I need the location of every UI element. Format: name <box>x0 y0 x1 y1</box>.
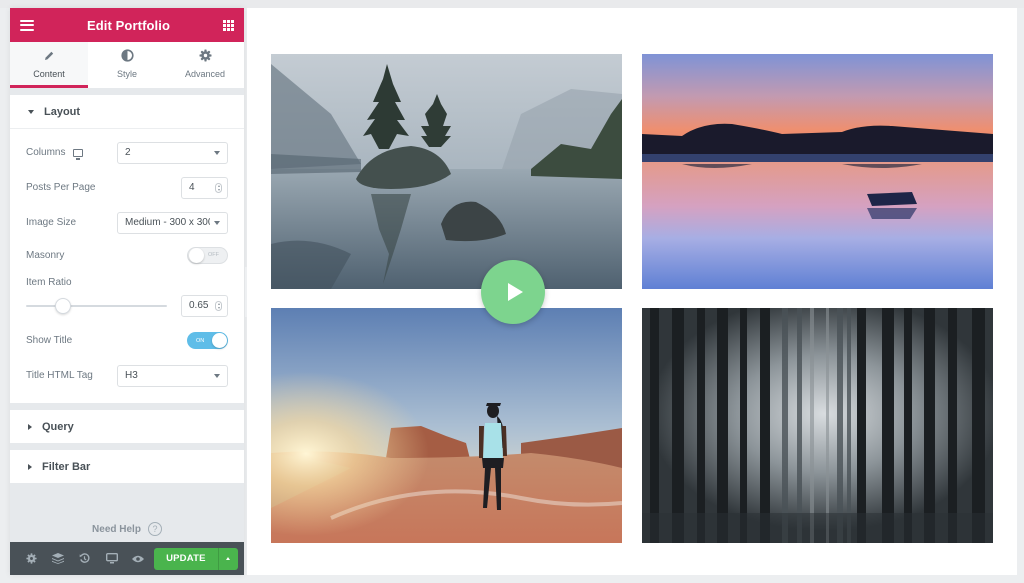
editor-panel: Edit Portfolio Content Style Advanced La… <box>10 8 244 575</box>
portfolio-item-4[interactable] <box>642 308 993 543</box>
chevron-down-icon <box>214 150 220 155</box>
play-icon <box>507 283 523 301</box>
foggy-forest-image <box>642 308 993 543</box>
sunset-lake-image <box>642 54 993 289</box>
caret-down-icon <box>28 109 34 114</box>
posts-per-page-label: Posts Per Page <box>26 182 96 193</box>
filter-bar-section-toggle[interactable]: Filter Bar <box>10 450 244 483</box>
tab-style-label: Style <box>116 68 137 79</box>
layout-section-body: Columns 2 Posts Per Page 4 Image Size Me… <box>10 128 244 403</box>
columns-control: Columns 2 <box>26 135 228 170</box>
filter-bar-section-title: Filter Bar <box>42 460 91 473</box>
number-spinner-icon[interactable] <box>215 300 222 311</box>
caret-right-icon <box>28 423 32 430</box>
layers-icon <box>52 553 65 564</box>
layout-section-toggle[interactable]: Layout <box>10 95 244 128</box>
half-circle-icon <box>120 49 134 63</box>
chevron-down-icon <box>214 220 220 225</box>
need-help-label: Need Help <box>92 523 141 535</box>
gear-icon <box>199 49 212 63</box>
desktop-icon <box>105 553 118 564</box>
chevron-down-icon <box>214 373 220 378</box>
preview-canvas <box>247 8 1017 575</box>
tab-style[interactable]: Style <box>88 42 166 88</box>
show-title-label: Show Title <box>26 335 73 346</box>
image-size-value: Medium - 300 x 300 <box>125 217 210 228</box>
panel-title: Edit Portfolio <box>87 17 170 33</box>
image-size-control: Image Size Medium - 300 x 300 <box>26 205 228 240</box>
masonry-toggle[interactable]: OFF <box>187 246 228 264</box>
slider-track <box>26 304 167 307</box>
columns-value: 2 <box>125 147 131 158</box>
title-html-tag-select[interactable]: H3 <box>117 364 228 387</box>
toggle-knob <box>189 247 204 263</box>
tab-content[interactable]: Content <box>10 42 88 88</box>
play-video-button[interactable] <box>481 260 545 324</box>
show-title-toggle[interactable]: ON <box>187 332 228 349</box>
toggle-knob <box>212 333 227 348</box>
columns-label: Columns <box>26 147 66 158</box>
posts-per-page-input[interactable]: 4 <box>181 176 228 199</box>
title-html-tag-value: H3 <box>125 370 138 381</box>
panel-footer: UPDATE <box>10 542 244 575</box>
show-title-control: Show Title ON <box>26 323 228 358</box>
item-ratio-label: Item Ratio <box>26 277 72 288</box>
portfolio-item-3[interactable] <box>271 308 622 543</box>
tab-content-label: Content <box>33 68 65 79</box>
panel-spacer <box>10 483 244 516</box>
eye-icon <box>132 555 145 562</box>
masonry-label: Masonry <box>26 249 65 261</box>
layout-section: Layout Columns 2 Posts Per Page 4 Image … <box>10 95 244 403</box>
title-html-tag-control: Title HTML Tag H3 <box>26 358 228 393</box>
caret-up-icon <box>226 557 231 560</box>
pencil-icon <box>43 49 55 63</box>
image-size-select[interactable]: Medium - 300 x 300 <box>117 211 228 234</box>
item-ratio-value: 0.65 <box>189 300 209 311</box>
history-icon <box>80 553 90 563</box>
caret-right-icon <box>28 463 32 470</box>
misty-lake-image <box>271 54 622 289</box>
update-options-button[interactable] <box>217 547 238 570</box>
filter-bar-section: Filter Bar <box>10 450 244 483</box>
need-help-link[interactable]: Need Help ? <box>10 516 244 542</box>
columns-select[interactable]: 2 <box>117 141 228 164</box>
portfolio-item-1[interactable] <box>271 54 622 289</box>
query-section-toggle[interactable]: Query <box>10 410 244 443</box>
responsive-mode-button[interactable] <box>98 542 125 575</box>
item-ratio-control: 0.65 <box>26 288 228 323</box>
masonry-control: Masonry OFF <box>26 240 228 270</box>
history-button[interactable] <box>72 542 99 575</box>
desert-hiker-image <box>271 308 622 543</box>
number-spinner-icon[interactable] <box>215 182 222 193</box>
item-ratio-slider[interactable] <box>26 297 167 314</box>
show-title-toggle-state: ON <box>196 337 205 344</box>
help-icon: ? <box>147 522 162 536</box>
posts-per-page-control: Posts Per Page 4 <box>26 170 228 205</box>
settings-button[interactable] <box>18 542 45 575</box>
tab-advanced-label: Advanced <box>184 68 226 79</box>
image-size-label: Image Size <box>26 217 77 228</box>
layout-section-title: Layout <box>44 105 81 118</box>
update-button[interactable]: UPDATE <box>153 547 218 570</box>
slider-thumb[interactable] <box>54 297 71 314</box>
query-section: Query <box>10 410 244 443</box>
page-background <box>0 0 1024 8</box>
preview-button[interactable] <box>125 542 152 575</box>
portfolio-item-2[interactable] <box>642 54 993 289</box>
navigator-button[interactable] <box>45 542 72 575</box>
panel-header: Edit Portfolio <box>10 8 244 42</box>
query-section-title: Query <box>42 420 74 433</box>
gear-icon <box>26 553 37 564</box>
desktop-icon[interactable] <box>73 148 84 160</box>
posts-per-page-value: 4 <box>189 182 195 193</box>
masonry-toggle-state: OFF <box>208 252 219 258</box>
panel-tabs: Content Style Advanced <box>10 42 244 88</box>
apps-grid-icon[interactable] <box>223 19 234 31</box>
item-ratio-input[interactable]: 0.65 <box>181 294 228 317</box>
title-html-tag-label: Title HTML Tag <box>26 370 93 381</box>
hamburger-icon[interactable] <box>20 19 34 31</box>
tab-advanced[interactable]: Advanced <box>166 42 244 88</box>
